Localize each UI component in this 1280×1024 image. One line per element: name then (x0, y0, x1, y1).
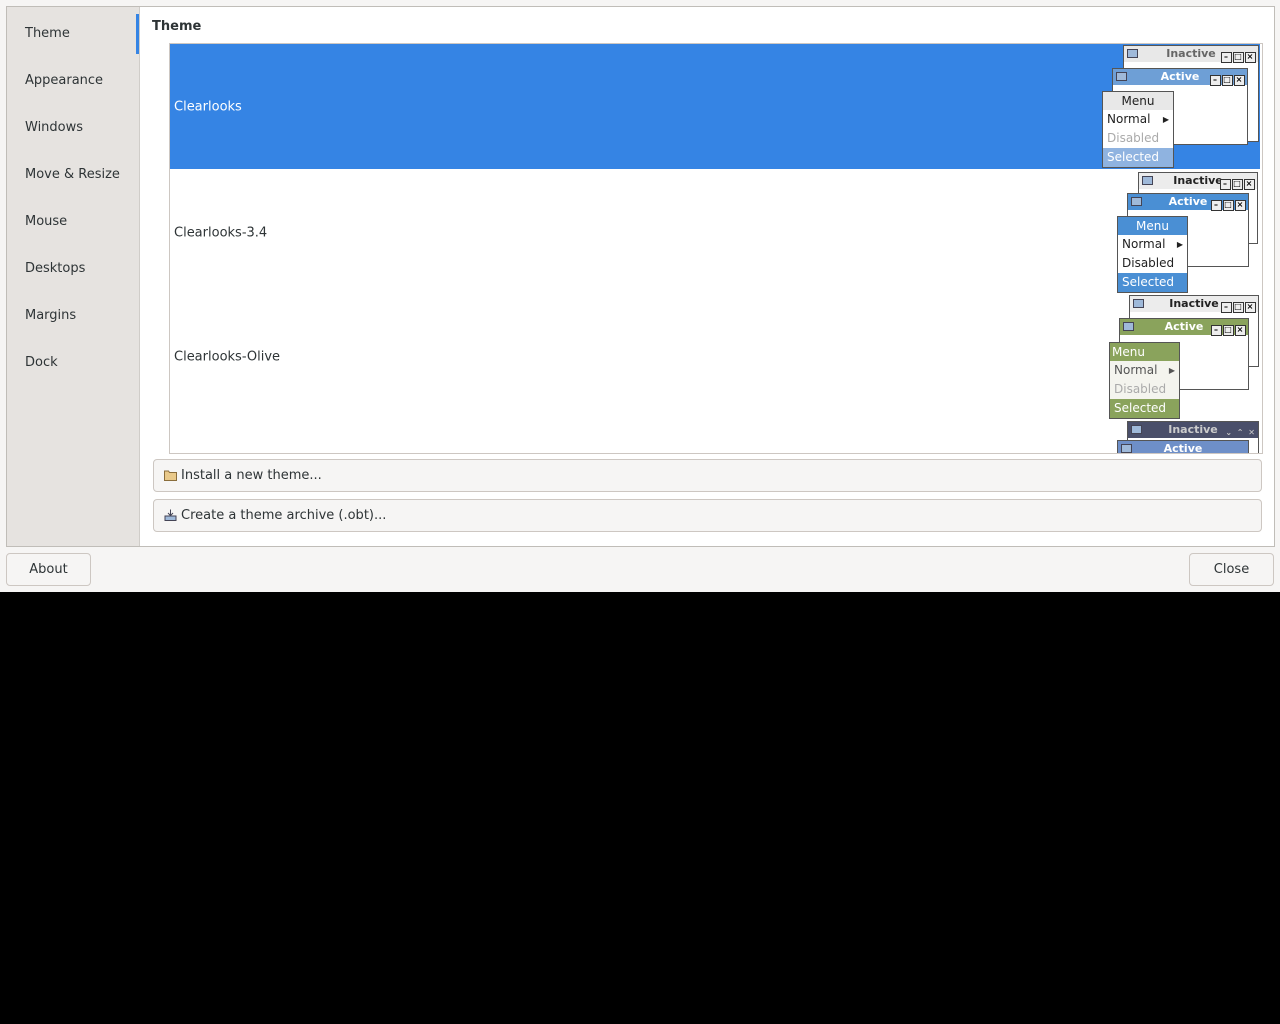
preview-menu-normal: Normal ▶ (1118, 235, 1187, 254)
theme-name: Clearlooks (174, 99, 242, 114)
theme-row-clearlooks[interactable]: Clearlooks Inactive – □ × Active – □ × M… (170, 44, 1260, 169)
preview-menu-disabled: Disabled (1107, 131, 1160, 145)
window-buttons-icon: – □ × (1210, 197, 1246, 213)
window-icon (1133, 299, 1144, 308)
theme-page: Theme Clearlooks Inactive – □ × Active –… (140, 7, 1274, 546)
install-theme-label: Install a new theme... (181, 468, 322, 483)
preview-menu-disabled: Disabled (1122, 256, 1175, 270)
window-icon (1121, 444, 1132, 453)
preview-menu-title: Menu (1103, 92, 1173, 110)
preview-menu: Menu Normal ▶ Disabled Selected (1117, 216, 1188, 293)
theme-preview: Inactive – □ × Active – □ × Menu Normal … (1100, 44, 1260, 169)
preview-menu-selected: Selected (1110, 399, 1179, 418)
window-icon (1123, 322, 1134, 331)
window-icon (1131, 425, 1142, 434)
sidebar-item-windows[interactable]: Windows (7, 108, 139, 148)
preview-active-title: Active (1164, 320, 1204, 333)
theme-list[interactable]: Clearlooks Inactive – □ × Active – □ × M… (169, 43, 1263, 454)
window-buttons-icon: – □ × (1220, 49, 1256, 65)
preview-active-window: Active (1117, 440, 1249, 454)
sidebar-item-desktops[interactable]: Desktops (7, 249, 139, 289)
window-buttons-icon: – □ × (1219, 176, 1255, 192)
preview-menu: Menu Normal ▶ Disabled Selected (1109, 342, 1180, 419)
theme-name: Clearlooks-3.4 (174, 225, 268, 240)
sidebar-item-margins[interactable]: Margins (7, 296, 139, 336)
preview-menu-normal: Normal ▶ (1110, 361, 1179, 380)
preview-menu-disabled: Disabled (1110, 380, 1179, 399)
folder-icon (164, 470, 177, 481)
window-buttons-icon: ⌄ ⌃ ✕ (1225, 428, 1256, 437)
submenu-arrow-icon: ▶ (1168, 366, 1175, 375)
preview-menu-normal: Normal ▶ (1103, 110, 1173, 129)
theme-name: Clearlooks-Olive (174, 349, 281, 364)
window-icon (1142, 176, 1153, 185)
sidebar-item-theme[interactable]: Theme (7, 14, 139, 54)
create-archive-button[interactable]: Create a theme archive (.obt)... (153, 499, 1262, 532)
page-title: Theme (152, 19, 202, 34)
theme-preview: Inactive ⌄ ⌃ ✕ Active (1100, 420, 1260, 454)
window-buttons-icon: – □ × (1209, 72, 1245, 88)
window-icon (1131, 197, 1142, 206)
submenu-arrow-icon: ▶ (1162, 115, 1169, 124)
theme-row-clearlooks-3-4[interactable]: Clearlooks-3.4 Inactive – □ × Active – □… (170, 170, 1260, 295)
window-icon (1116, 72, 1127, 81)
main-frame: Theme Appearance Windows Move & Resize M… (6, 6, 1275, 547)
sidebar-item-move-resize[interactable]: Move & Resize (7, 155, 139, 195)
window-buttons-icon: – □ × (1220, 299, 1256, 315)
preview-inactive-title: Inactive (1169, 297, 1219, 310)
window-icon (1127, 49, 1138, 58)
submenu-arrow-icon: ▶ (1176, 240, 1183, 249)
close-button[interactable]: Close (1189, 553, 1274, 586)
create-archive-label: Create a theme archive (.obt)... (181, 508, 387, 523)
theme-preview: Inactive – □ × Active – □ × Menu Normal … (1100, 170, 1260, 295)
sidebar-item-mouse[interactable]: Mouse (7, 202, 139, 242)
preview-menu-title: Menu (1118, 217, 1187, 235)
preview-menu-selected: Selected (1118, 273, 1187, 292)
preview-active-title: Active (1163, 442, 1203, 454)
theme-row-partial[interactable]: Inactive ⌄ ⌃ ✕ Active (170, 420, 1260, 454)
sidebar-item-dock[interactable]: Dock (7, 343, 139, 383)
theme-preview: Inactive – □ × Active – □ × Menu Normal … (1100, 294, 1260, 419)
theme-row-clearlooks-olive[interactable]: Clearlooks-Olive Inactive – □ × Active –… (170, 294, 1260, 419)
preview-inactive-title: Inactive (1168, 423, 1218, 436)
install-theme-button[interactable]: Install a new theme... (153, 459, 1262, 492)
archive-icon (164, 509, 177, 521)
preview-active-title: Active (1168, 195, 1208, 208)
preview-active-title: Active (1160, 70, 1200, 83)
preview-menu-title: Menu (1110, 343, 1179, 361)
preview-inactive-title: Inactive (1173, 174, 1223, 187)
window-buttons-icon: – □ × (1210, 322, 1246, 338)
preview-menu: Menu Normal ▶ Disabled Selected (1102, 91, 1174, 168)
sidebar: Theme Appearance Windows Move & Resize M… (7, 7, 140, 546)
openbox-configuration-window: Theme Appearance Windows Move & Resize M… (0, 0, 1280, 592)
preview-inactive-title: Inactive (1166, 47, 1216, 60)
sidebar-item-appearance[interactable]: Appearance (7, 61, 139, 101)
preview-menu-selected: Selected (1103, 148, 1173, 167)
about-button[interactable]: About (6, 553, 91, 586)
